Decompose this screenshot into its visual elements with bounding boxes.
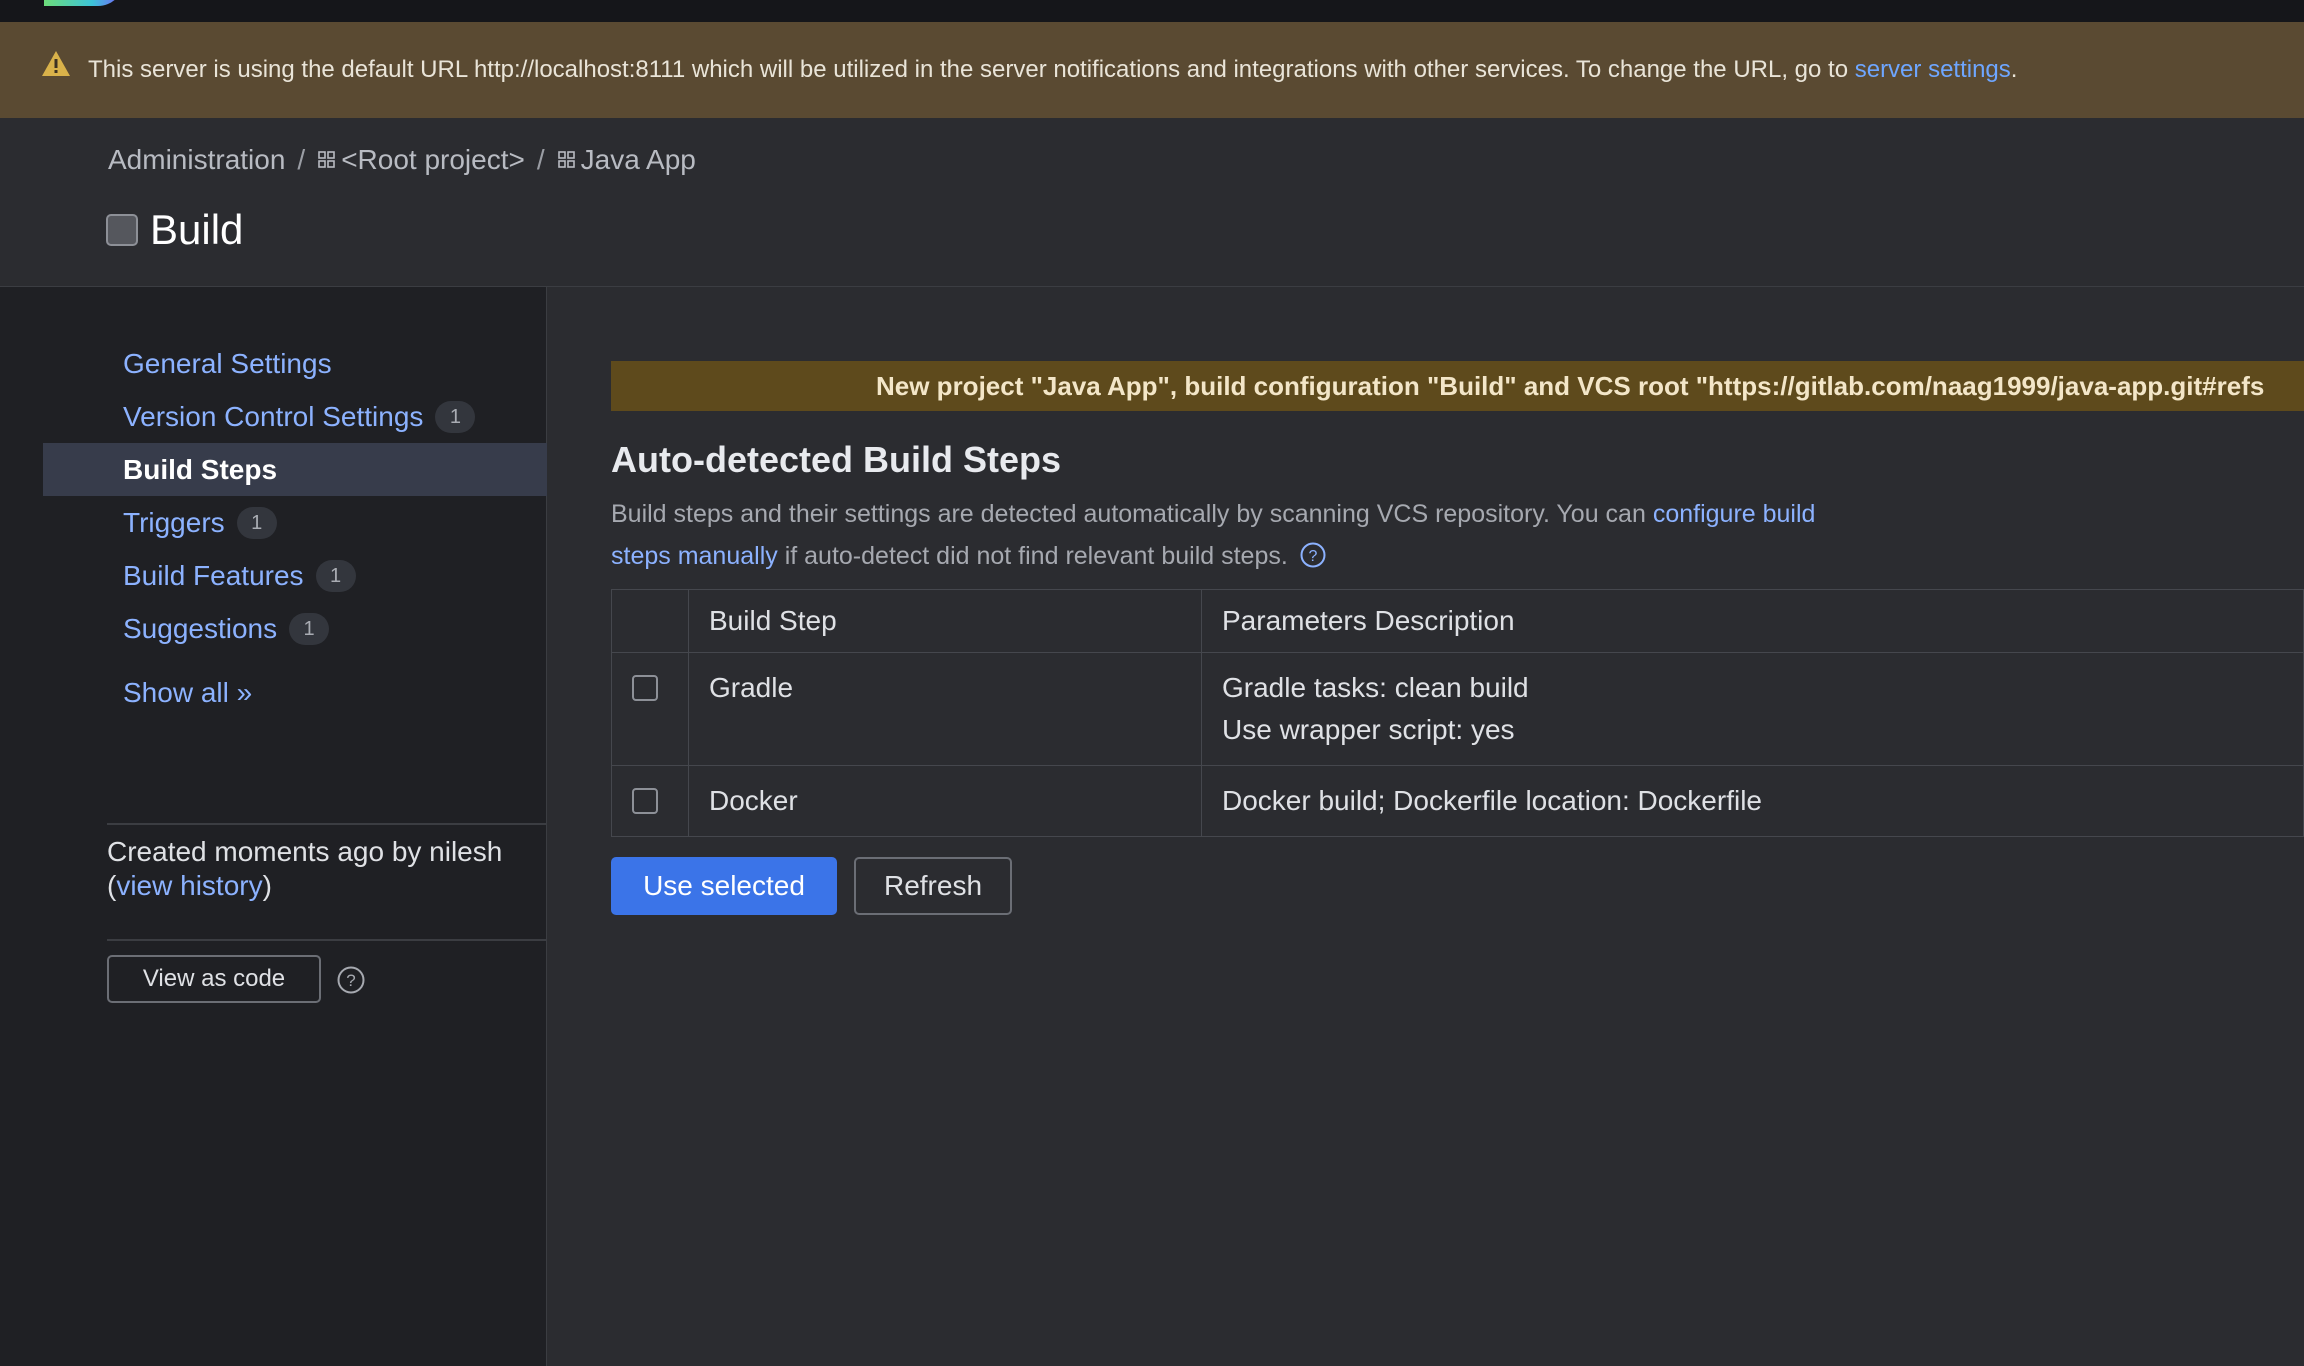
build-step-cell: Docker bbox=[688, 765, 1202, 837]
sidebar-item-label: Suggestions bbox=[123, 612, 278, 644]
project-icon bbox=[318, 151, 335, 168]
build-config-icon bbox=[106, 214, 138, 246]
refresh-button[interactable]: Refresh bbox=[854, 857, 1012, 915]
sidebar-item-version-control-settings[interactable]: Version Control Settings 1 bbox=[0, 390, 547, 443]
use-selected-button[interactable]: Use selected bbox=[611, 857, 837, 915]
breadcrumb-java-app[interactable]: Java App bbox=[581, 144, 696, 176]
breadcrumb-separator: / bbox=[536, 144, 545, 175]
table-row: Gradle Gradle tasks: clean build Use wra… bbox=[611, 652, 2304, 766]
view-history-link[interactable]: view history bbox=[116, 870, 262, 901]
sidebar-item-general-settings[interactable]: General Settings bbox=[0, 337, 547, 390]
sidebar-divider bbox=[107, 939, 547, 941]
top-bar bbox=[0, 0, 2304, 22]
select-column-header bbox=[611, 589, 689, 653]
parameter-line: Docker build; Dockerfile location: Docke… bbox=[1222, 785, 1762, 816]
warning-icon bbox=[42, 51, 70, 76]
build-step-column-header: Build Step bbox=[688, 589, 1202, 653]
docker-step-checkbox[interactable] bbox=[632, 788, 658, 814]
build-steps-table: Build Step Parameters Description Gradle… bbox=[611, 589, 2304, 837]
view-as-code-button[interactable]: View as code bbox=[107, 955, 321, 1003]
page-header: Administration / <Root project> / Java A… bbox=[0, 118, 2304, 287]
banner-message: This server is using the default URL htt… bbox=[88, 22, 2017, 118]
section-description: Build steps and their settings are detec… bbox=[611, 493, 1871, 577]
help-icon[interactable]: ? bbox=[336, 965, 366, 995]
sidebar-divider bbox=[107, 823, 547, 825]
banner-suffix: . bbox=[2010, 56, 2018, 83]
paren-open: ( bbox=[107, 870, 117, 901]
breadcrumb-administration[interactable]: Administration bbox=[108, 144, 285, 176]
parameters-column-header: Parameters Description bbox=[1201, 589, 2304, 653]
page-title: Build bbox=[150, 206, 244, 253]
sidebar-item-label: Version Control Settings bbox=[123, 400, 424, 432]
show-all-link[interactable]: Show all » bbox=[123, 677, 252, 709]
created-info: Created moments ago by nilesh (view hist… bbox=[107, 835, 502, 903]
section-title: Auto-detected Build Steps bbox=[611, 439, 1062, 480]
count-badge: 1 bbox=[236, 506, 277, 539]
parameter-line: Use wrapper script: yes bbox=[1222, 714, 1515, 745]
svg-text:?: ? bbox=[1308, 548, 1317, 565]
sidebar-item-label: Build Steps bbox=[123, 453, 278, 485]
created-text: Created moments ago by nilesh bbox=[107, 836, 503, 867]
sidebar-item-suggestions[interactable]: Suggestions 1 bbox=[0, 602, 547, 655]
table-row: Docker Docker build; Dockerfile location… bbox=[611, 765, 2304, 837]
sidebar-item-triggers[interactable]: Triggers 1 bbox=[0, 496, 547, 549]
parameters-cell: Docker build; Dockerfile location: Docke… bbox=[1201, 765, 2304, 837]
build-step-cell: Gradle bbox=[688, 652, 1202, 766]
sidebar-item-label: General Settings bbox=[123, 347, 332, 379]
count-badge: 1 bbox=[435, 400, 476, 433]
select-cell bbox=[611, 652, 689, 766]
sidebar-nav: General Settings Version Control Setting… bbox=[0, 337, 547, 655]
sidebar-item-label: Triggers bbox=[123, 506, 225, 538]
server-settings-link[interactable]: server settings bbox=[1855, 56, 2011, 83]
main-content: New project "Java App", build configurat… bbox=[548, 287, 2304, 1366]
description-text: Build steps and their settings are detec… bbox=[611, 500, 1646, 528]
parameters-cell: Gradle tasks: clean build Use wrapper sc… bbox=[1201, 652, 2304, 766]
sidebar: General Settings Version Control Setting… bbox=[0, 287, 547, 1366]
paren-close: ) bbox=[262, 870, 272, 901]
select-cell bbox=[611, 765, 689, 837]
teamcity-logo[interactable] bbox=[44, 0, 124, 6]
breadcrumb-root-project[interactable]: <Root project> bbox=[341, 144, 525, 176]
sidebar-item-build-features[interactable]: Build Features 1 bbox=[0, 549, 547, 602]
page-title-row: Build bbox=[106, 206, 243, 254]
description-suffix: if auto-detect did not find relevant bui… bbox=[784, 542, 1288, 570]
default-url-warning-banner: This server is using the default URL htt… bbox=[0, 22, 2304, 118]
help-icon[interactable]: ? bbox=[1299, 541, 1327, 569]
parameter-line: Gradle tasks: clean build bbox=[1222, 672, 1529, 703]
count-badge: 1 bbox=[289, 612, 330, 645]
sidebar-item-build-steps[interactable]: Build Steps bbox=[43, 443, 547, 496]
gradle-step-checkbox[interactable] bbox=[632, 675, 658, 701]
breadcrumb-separator: / bbox=[297, 144, 306, 175]
svg-text:?: ? bbox=[346, 971, 355, 990]
sidebar-item-label: Build Features bbox=[123, 559, 304, 591]
table-header-row: Build Step Parameters Description bbox=[611, 589, 2304, 653]
banner-text: This server is using the default URL htt… bbox=[88, 56, 1849, 83]
breadcrumb: Administration / <Root project> / Java A… bbox=[108, 144, 696, 176]
count-badge: 1 bbox=[315, 559, 356, 592]
project-created-notice: New project "Java App", build configurat… bbox=[611, 361, 2304, 411]
project-icon bbox=[557, 151, 575, 168]
